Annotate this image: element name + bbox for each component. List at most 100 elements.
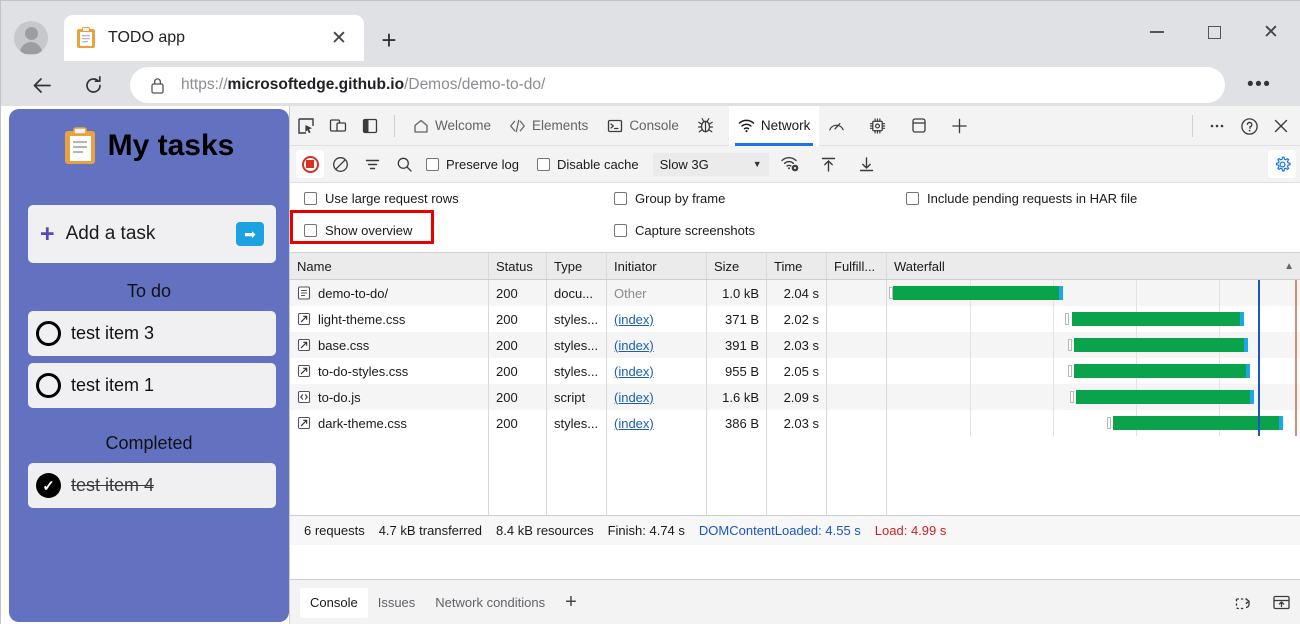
checkbox-icon[interactable] — [304, 224, 317, 237]
task-checkbox-checked-icon[interactable]: ✓ — [36, 473, 61, 498]
request-initiator[interactable]: (index) — [614, 364, 654, 379]
request-name: to-do.js — [318, 390, 361, 405]
request-initiator[interactable]: (index) — [614, 390, 654, 405]
load-line — [1295, 410, 1297, 436]
tab-network[interactable]: Network — [729, 106, 820, 146]
list-item[interactable]: test item 1 — [28, 363, 276, 408]
more-options-icon[interactable] — [1201, 110, 1233, 142]
back-button[interactable] — [24, 68, 58, 102]
add-task-label: Add a task — [66, 223, 236, 245]
load-line — [1295, 332, 1297, 358]
request-initiator[interactable]: (index) — [614, 416, 654, 431]
column-header-type[interactable]: Type — [547, 253, 607, 279]
inspect-icon[interactable] — [290, 110, 322, 142]
add-task-input[interactable]: + Add a task ➡ — [28, 205, 276, 263]
checkbox-icon[interactable] — [906, 192, 919, 205]
waterfall-queue-tick — [1070, 391, 1074, 403]
column-header-fulfilled[interactable]: Fulfill... — [827, 253, 887, 279]
add-task-submit-icon[interactable]: ➡ — [236, 222, 264, 246]
add-panel-button[interactable] — [942, 106, 977, 146]
request-size: 371 B — [707, 306, 767, 332]
column-header-status[interactable]: Status — [489, 253, 547, 279]
export-har-icon[interactable] — [851, 148, 883, 180]
use-large-request-rows-option[interactable]: Use large request rows — [304, 191, 459, 206]
help-icon[interactable] — [1233, 110, 1265, 142]
group-by-frame-option[interactable]: Group by frame — [614, 191, 725, 206]
column-header-initiator[interactable]: Initiator — [607, 253, 707, 279]
record-button[interactable] — [296, 150, 324, 178]
minimize-icon[interactable] — [1134, 17, 1180, 47]
column-header-name[interactable]: Name — [290, 253, 489, 279]
tab-elements[interactable]: Elements — [500, 106, 597, 146]
column-header-waterfall[interactable]: Waterfall ▲ — [887, 253, 1300, 279]
close-devtools-icon[interactable] — [1265, 110, 1297, 142]
dcl-line — [1258, 384, 1260, 410]
avatar[interactable] — [14, 21, 48, 55]
checkbox-icon[interactable] — [614, 224, 627, 237]
device-toolbar-icon[interactable] — [322, 110, 354, 142]
import-har-icon[interactable] — [813, 148, 845, 180]
url-text: https://microsoftedge.github.io/Demos/de… — [181, 76, 545, 94]
capture-screenshots-option[interactable]: Capture screenshots — [614, 223, 755, 238]
maximize-icon[interactable] — [1191, 17, 1237, 47]
table-row[interactable]: to-do-styles.css 200 styles... (index) 9… — [290, 358, 1300, 384]
table-row[interactable]: dark-theme.css 200 styles... (index) 386… — [290, 410, 1300, 436]
reload-button[interactable] — [76, 68, 110, 102]
filter-icon[interactable] — [356, 148, 388, 180]
waterfall-bar — [1074, 338, 1244, 352]
checkbox-icon[interactable] — [537, 158, 550, 171]
table-row[interactable]: to-do.js 200 script (index) 1.6 kB 2.09 … — [290, 384, 1300, 410]
list-item[interactable]: ✓ test item 4 — [28, 463, 276, 508]
waterfall-queue-tick — [1107, 417, 1111, 429]
drawer-tab-issues[interactable]: Issues — [368, 588, 426, 618]
task-checkbox-icon[interactable] — [36, 373, 61, 398]
table-row[interactable]: demo-to-do/ 200 docu... Other 1.0 kB 2.0… — [290, 280, 1300, 306]
settings-gear-icon[interactable] — [1268, 150, 1296, 178]
column-header-time[interactable]: Time — [767, 253, 827, 279]
url-input[interactable]: https://microsoftedge.github.io/Demos/de… — [130, 67, 1225, 103]
sort-caret-icon[interactable]: ▲ — [1284, 261, 1294, 272]
document-icon — [297, 286, 311, 300]
checkbox-icon[interactable] — [614, 192, 627, 205]
throttle-select[interactable]: Slow 3G ▼ — [653, 153, 769, 176]
show-overview-option[interactable]: Show overview — [304, 223, 412, 238]
dock-drawer-icon[interactable] — [1268, 590, 1294, 616]
close-icon[interactable]: ✕ — [326, 25, 352, 51]
tab-console[interactable]: Console — [597, 106, 688, 146]
tab-application[interactable] — [901, 106, 942, 146]
new-tab-button[interactable]: + — [374, 25, 404, 55]
table-row[interactable]: base.css 200 styles... (index) 391 B 2.0… — [290, 332, 1300, 358]
dock-side-icon[interactable] — [354, 110, 386, 142]
task-checkbox-icon[interactable] — [36, 321, 61, 346]
tab-sources-debugger[interactable] — [688, 106, 729, 146]
new-style-rule-icon[interactable] — [1230, 590, 1256, 616]
search-icon[interactable] — [388, 148, 420, 180]
waterfall-cell — [887, 332, 1300, 358]
column-header-size[interactable]: Size — [707, 253, 767, 279]
divider — [1192, 115, 1193, 137]
request-name: base.css — [318, 338, 369, 353]
clipboard-icon — [64, 127, 96, 165]
request-initiator[interactable]: (index) — [614, 312, 654, 327]
checkbox-icon[interactable] — [426, 158, 439, 171]
drawer-tab-console[interactable]: Console — [300, 588, 368, 618]
tab-welcome[interactable]: Welcome — [403, 106, 500, 146]
table-row[interactable]: light-theme.css 200 styles... (index) 37… — [290, 306, 1300, 332]
disable-cache-checkbox[interactable]: Disable cache — [537, 157, 639, 172]
browser-more-icon[interactable]: ••• — [1247, 75, 1271, 94]
browser-tab[interactable]: TODO app ✕ — [64, 15, 364, 61]
drawer-add-tab-button[interactable]: + — [555, 588, 587, 618]
devtools-tabbar-right — [1184, 106, 1297, 146]
tab-performance[interactable] — [819, 106, 860, 146]
drawer-tab-network-conditions[interactable]: Network conditions — [425, 588, 555, 618]
request-status: 200 — [489, 280, 547, 306]
tab-memory[interactable] — [860, 106, 901, 146]
include-pending-har-option[interactable]: Include pending requests in HAR file — [906, 191, 1137, 206]
network-conditions-icon[interactable] — [775, 148, 807, 180]
list-item[interactable]: test item 3 — [28, 311, 276, 356]
clear-icon[interactable] — [324, 148, 356, 180]
preserve-log-checkbox[interactable]: Preserve log — [426, 157, 519, 172]
close-window-icon[interactable]: ✕ — [1248, 17, 1294, 47]
checkbox-icon[interactable] — [304, 192, 317, 205]
request-initiator[interactable]: (index) — [614, 338, 654, 353]
